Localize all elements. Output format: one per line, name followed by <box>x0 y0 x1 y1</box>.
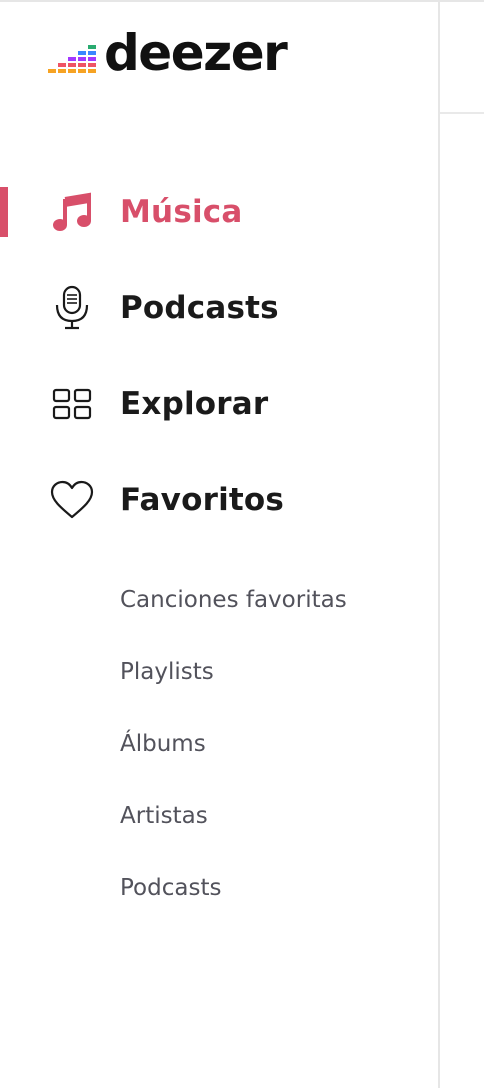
deezer-logo[interactable]: deezer <box>48 24 288 82</box>
nav-label-explorar: Explorar <box>120 386 269 422</box>
sidebar: deezer Música Podcasts Explorar Favorito… <box>0 2 440 1088</box>
heart-icon <box>48 476 96 524</box>
sub-item-albums[interactable]: Álbums <box>120 731 206 757</box>
deezer-logo-icon <box>48 45 96 73</box>
sub-item-artistas[interactable]: Artistas <box>120 803 208 829</box>
topbar-divider <box>440 112 484 114</box>
nav-label-podcasts: Podcasts <box>120 290 279 326</box>
app-window: deezer Música Podcasts Explorar Favorito… <box>0 0 484 1088</box>
microphone-icon <box>48 284 96 332</box>
nav-label-favoritos: Favoritos <box>120 482 285 518</box>
sub-item-podcasts[interactable]: Podcasts <box>120 875 221 901</box>
main-content-area <box>440 2 484 1088</box>
logo-wordmark: deezer <box>104 24 288 82</box>
nav-item-explorar[interactable]: Explorar <box>0 374 436 434</box>
sub-item-playlists[interactable]: Playlists <box>120 659 214 685</box>
music-note-icon <box>48 188 96 236</box>
grid-icon <box>48 380 96 428</box>
nav-item-musica[interactable]: Música <box>0 182 436 242</box>
nav-label-musica: Música <box>120 194 243 230</box>
nav-item-favoritos[interactable]: Favoritos <box>0 470 436 530</box>
sub-item-canciones-favoritas[interactable]: Canciones favoritas <box>120 587 347 613</box>
nav-item-podcasts[interactable]: Podcasts <box>0 278 436 338</box>
